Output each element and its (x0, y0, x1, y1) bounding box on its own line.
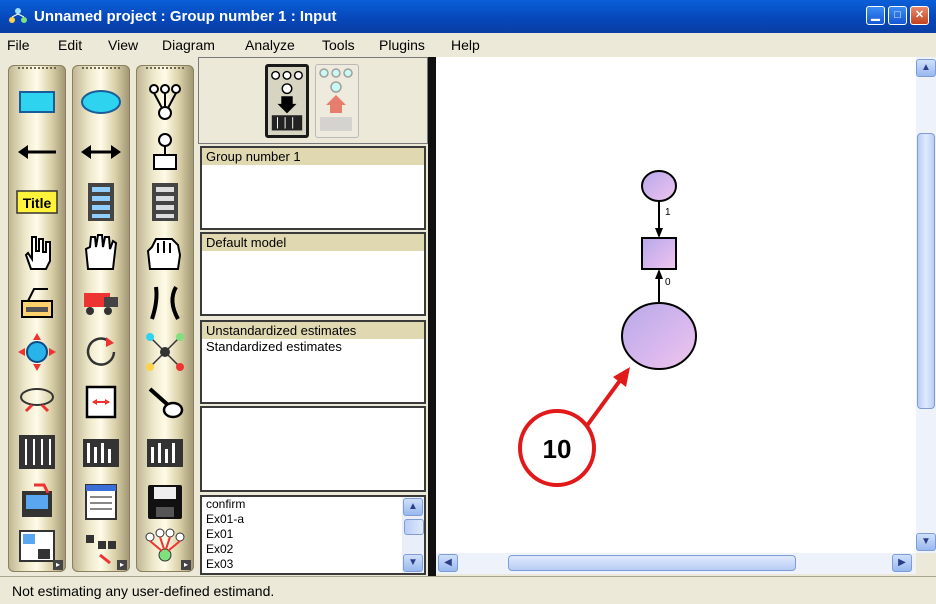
copy-diagram-icon[interactable] (14, 479, 60, 525)
window-title: Unnamed project : Group number 1 : Input (34, 8, 337, 25)
output-diagram-icon (319, 68, 353, 131)
view-input-path-diagram-button[interactable] (265, 64, 309, 138)
computation-summary-list (200, 406, 426, 492)
path-diagram-view-panel (198, 57, 428, 144)
menu-edit[interactable]: Edit (58, 37, 82, 53)
menu-diagram[interactable]: Diagram (162, 37, 215, 53)
move-objects-icon[interactable] (78, 279, 124, 325)
path-label-1: 1 (665, 207, 671, 218)
list-variables-in-model-icon[interactable] (78, 179, 124, 225)
model-item[interactable]: Default model (202, 234, 424, 251)
save-diagram-icon[interactable] (142, 479, 188, 525)
toolbox: Title ▸ ▸ ▸ (0, 57, 196, 574)
menu-view[interactable]: View (108, 37, 138, 53)
menu-tools[interactable]: Tools (322, 37, 355, 53)
files-scroll-thumb[interactable] (404, 519, 424, 535)
svg-text:Title: Title (23, 195, 52, 211)
draw-path-icon[interactable] (14, 129, 60, 175)
move-parameters-icon[interactable] (14, 379, 60, 425)
calculate-estimates-icon[interactable] (142, 429, 188, 475)
file-item[interactable]: confirm (202, 497, 424, 512)
models-list[interactable]: Default model (200, 232, 426, 316)
estimate-item-unstandardized[interactable]: Unstandardized estimates (202, 322, 424, 339)
amos-window: Unnamed project : Group number 1 : Input… (0, 0, 936, 604)
toolbox-column-3: ▸ (136, 65, 194, 572)
rotate-indicators-icon[interactable] (78, 329, 124, 375)
latent-variable-node[interactable] (621, 302, 697, 370)
files-scroll-up-button[interactable]: ▲ (403, 498, 423, 516)
file-item[interactable]: Ex01 (202, 527, 424, 542)
scroll-down-button[interactable]: ▼ (916, 533, 936, 551)
callout-number: 10 (543, 434, 572, 464)
status-bar: Not estimating any user-defined estimand… (0, 576, 936, 604)
touch-up-variable-icon[interactable] (142, 379, 188, 425)
files-scroll-down-button[interactable]: ▼ (403, 554, 423, 572)
input-diagram-icon (271, 70, 303, 131)
vertical-scroll-thumb[interactable] (917, 133, 935, 409)
panel-splitter[interactable] (428, 57, 436, 577)
path-label-0: 0 (665, 277, 671, 288)
status-text: Not estimating any user-defined estimand… (12, 583, 275, 599)
draw-covariance-icon[interactable] (78, 129, 124, 175)
select-all-objects-icon[interactable] (78, 229, 124, 275)
maximize-button[interactable]: □ (888, 6, 907, 25)
select-data-files-icon[interactable] (14, 429, 60, 475)
reflect-indicators-icon[interactable] (142, 329, 188, 375)
menu-analyze[interactable]: Analyze (245, 37, 295, 53)
toolbox-column-2: ▸ (72, 65, 130, 572)
scroll-up-button[interactable]: ▲ (916, 59, 936, 77)
horizontal-scroll-thumb[interactable] (508, 555, 796, 571)
files-scrollbar[interactable]: ▲ ▼ (402, 497, 424, 573)
diagram-canvas[interactable]: 1 0 10 (436, 57, 916, 553)
toolbox-expand-icon[interactable]: ▸ (53, 560, 63, 570)
list-variables-in-dataset-icon[interactable] (142, 179, 188, 225)
callout-arrow (584, 373, 626, 429)
groups-list[interactable]: Group number 1 (200, 146, 426, 230)
estimates-list[interactable]: Unstandardized estimates Standardized es… (200, 320, 426, 404)
path-diagram: 1 0 10 (518, 170, 697, 487)
file-item[interactable]: Ex01-a (202, 512, 424, 527)
analysis-properties-icon[interactable] (78, 429, 124, 475)
files-list[interactable]: confirm Ex01-a Ex01 Ex02 Ex03 ▲ ▼ (200, 495, 426, 575)
view-output-path-diagram-button[interactable] (315, 64, 359, 138)
canvas-horizontal-scrollbar[interactable]: ◀ ▶ (436, 553, 916, 574)
figure-caption-icon[interactable]: Title (14, 179, 60, 225)
observed-variable-node[interactable] (641, 237, 677, 270)
toolbox-expand-icon-2[interactable]: ▸ (117, 560, 127, 570)
file-item[interactable]: Ex02 (202, 542, 424, 557)
close-button[interactable]: ✕ (910, 6, 929, 25)
menu-help[interactable]: Help (451, 37, 480, 53)
view-text-output-icon[interactable] (78, 479, 124, 525)
scroll-left-button[interactable]: ◀ (438, 554, 458, 572)
duplicate-objects-icon[interactable] (14, 279, 60, 325)
app-icon (9, 8, 27, 23)
toolbox-expand-icon-3[interactable]: ▸ (181, 560, 191, 570)
file-item[interactable]: Ex03 (202, 557, 424, 572)
title-bar: Unnamed project : Group number 1 : Input… (0, 0, 936, 33)
deselect-all-objects-icon[interactable] (142, 229, 188, 275)
scroll-diagram-icon[interactable] (78, 379, 124, 425)
canvas-vertical-scrollbar[interactable]: ▲ ▼ (916, 57, 936, 553)
latent-path-arrowhead (655, 269, 663, 279)
error-term-node[interactable] (641, 170, 677, 202)
menu-bar: File Edit View Diagram Analyze Tools Plu… (0, 33, 936, 57)
group-item[interactable]: Group number 1 (202, 148, 424, 165)
add-unique-variable-icon[interactable] (142, 129, 188, 175)
error-path-arrowhead (655, 228, 663, 238)
select-one-object-icon[interactable] (14, 229, 60, 275)
estimate-item-standardized[interactable]: Standardized estimates (202, 339, 424, 354)
toolbox-column-1: Title ▸ (8, 65, 66, 572)
menu-plugins[interactable]: Plugins (379, 37, 425, 53)
draw-latent-variable-icon[interactable] (78, 79, 124, 125)
change-shape-icon[interactable] (14, 329, 60, 375)
scroll-right-button[interactable]: ▶ (892, 554, 912, 572)
minimize-button[interactable]: ▁ (866, 6, 885, 25)
draw-latent-with-indicators-icon[interactable] (142, 79, 188, 125)
draw-observed-variable-icon[interactable] (14, 79, 60, 125)
menu-file[interactable]: File (7, 37, 30, 53)
erase-objects-icon[interactable] (142, 279, 188, 325)
